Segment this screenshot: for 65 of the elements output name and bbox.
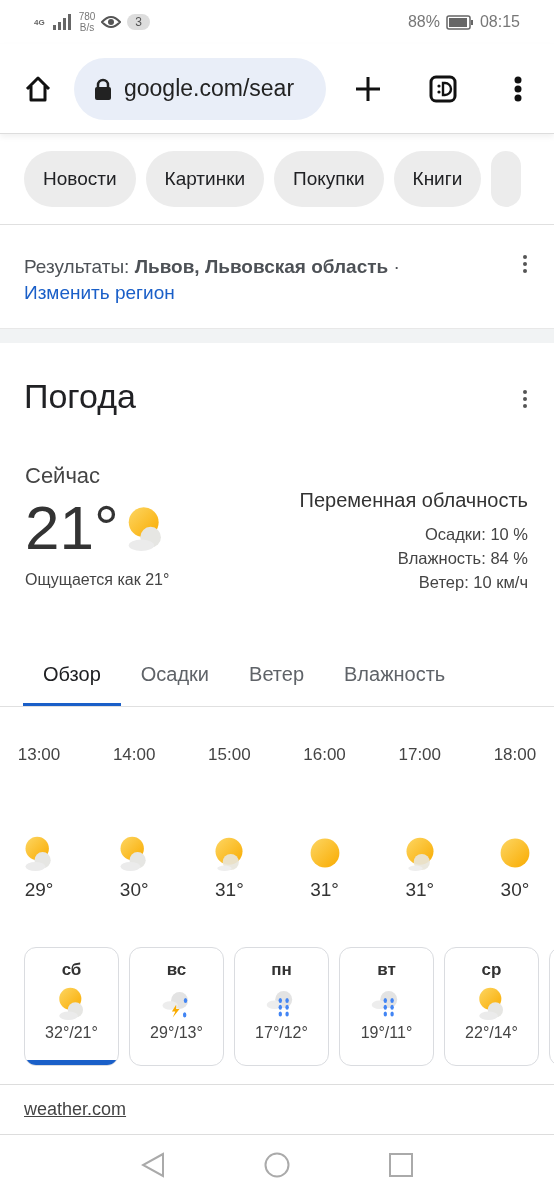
day-temperatures: 32°/21° <box>45 1024 98 1042</box>
signal-icon <box>50 14 73 30</box>
filter-chip[interactable]: Книги <box>393 151 482 207</box>
filter-chip[interactable]: Покупки <box>274 151 384 207</box>
notification-badge: 3 <box>127 14 151 30</box>
lock-icon <box>94 77 112 100</box>
day-card[interactable]: вс 29°/13° <box>129 947 224 1066</box>
hour-temperature: 31° <box>215 879 244 901</box>
tab[interactable]: Влажность <box>324 646 466 706</box>
address-bar[interactable]: google.com/sear <box>74 57 326 120</box>
day-temperatures: 17°/12° <box>255 1024 308 1042</box>
plus-icon <box>355 75 381 102</box>
speed-unit: B/s <box>79 22 95 33</box>
now-label: Сейчас <box>25 463 102 489</box>
clock: 08:15 <box>479 13 520 31</box>
source-link[interactable]: weather.com <box>24 1099 127 1119</box>
day-temperatures: 29°/13° <box>150 1024 203 1042</box>
tab[interactable]: Ветер <box>229 646 325 706</box>
location-text: Результаты: Львов, Львовская область · <box>24 255 401 279</box>
hour-label: 18:00 <box>493 745 537 765</box>
battery-percent: 88% <box>407 13 440 31</box>
tab[interactable]: Осадки <box>120 646 230 706</box>
hour-label: 14:00 <box>112 745 156 765</box>
hour-temperature: 30° <box>500 879 530 901</box>
card-title: Погода <box>24 377 137 416</box>
url-text: google.com/sear <box>124 75 295 102</box>
home-icon <box>24 74 52 103</box>
eye-icon <box>101 15 122 29</box>
circle-icon <box>264 1152 290 1178</box>
square-icon <box>389 1153 413 1177</box>
speed-value: 780 <box>78 11 96 22</box>
tab-face-icon <box>429 74 457 103</box>
weather-detail: Осадки: 10 % <box>424 524 528 545</box>
feels-like: Ощущается как 21° <box>25 571 171 589</box>
hour-temperature: 31° <box>405 879 435 901</box>
day-card[interactable]: сб 32°/21° <box>24 947 119 1066</box>
condition: Переменная облачность <box>299 489 528 512</box>
day-name: пн <box>271 960 292 980</box>
hour-label: 17:00 <box>398 745 441 765</box>
tab[interactable]: Обзор <box>23 646 121 706</box>
day-temperatures: 22°/14° <box>465 1024 518 1042</box>
filter-chip[interactable]: Новости <box>24 151 136 207</box>
day-name: вс <box>166 960 187 980</box>
day-card[interactable]: ср 22°/14° <box>444 947 539 1066</box>
hour-label: 13:00 <box>17 745 61 765</box>
hour-temperature: 30° <box>119 879 149 901</box>
current-temperature: 21° <box>25 493 119 563</box>
filter-chip[interactable]: Картинки <box>145 151 265 207</box>
hour-label: 15:00 <box>208 745 251 765</box>
day-name: ср <box>481 960 502 980</box>
day-name: вт <box>377 960 396 980</box>
day-temperatures: 19°/11° <box>360 1024 413 1042</box>
day-card[interactable]: вт 19°/11° <box>339 947 434 1066</box>
change-region-link[interactable]: Изменить регион <box>24 282 175 303</box>
hour-temperature: 31° <box>310 879 339 901</box>
hour-temperature: 29° <box>24 879 54 901</box>
menu-icon <box>514 75 522 102</box>
network-type: 4G <box>34 17 45 27</box>
battery-icon <box>445 14 474 30</box>
day-card[interactable]: пн 17°/12° <box>234 947 329 1066</box>
weather-detail: Ветер: 10 км/ч <box>418 572 528 593</box>
back-icon <box>141 1152 165 1178</box>
weather-detail: Влажность: 84 % <box>397 548 528 569</box>
hour-label: 16:00 <box>303 745 346 765</box>
day-name: сб <box>61 960 82 980</box>
